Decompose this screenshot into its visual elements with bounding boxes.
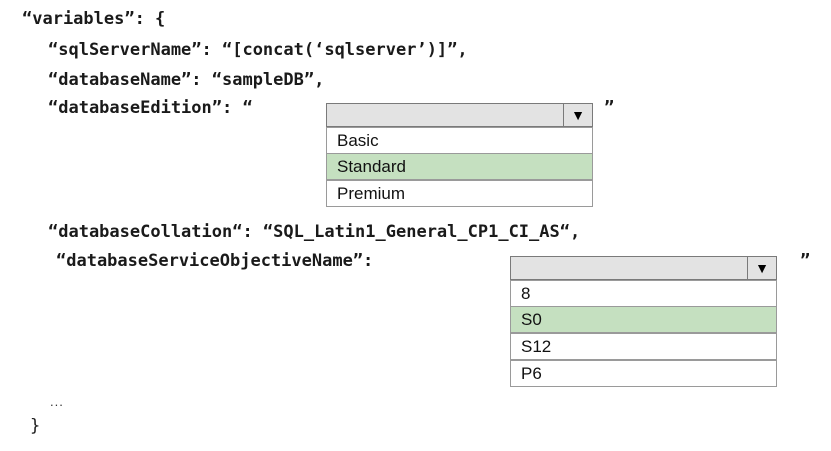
code-ellipsis: ...	[50, 394, 64, 409]
database-edition-option-standard[interactable]: Standard	[326, 153, 593, 180]
service-objective-option-8[interactable]: 8	[510, 280, 777, 307]
code-line-database-edition-close-quote: ”	[604, 98, 615, 118]
service-objective-select[interactable]: ▼	[510, 256, 777, 280]
code-line-service-objective-key: “databaseServiceObjectiveName”:	[56, 251, 374, 271]
service-objective-dropdown[interactable]: ▼ 8 S0 S12 P6	[510, 256, 777, 388]
database-edition-dropdown[interactable]: ▼ Basic Standard Premium	[326, 103, 593, 208]
service-objective-option-s0[interactable]: S0	[510, 306, 777, 333]
database-edition-select[interactable]: ▼	[326, 103, 593, 127]
code-line-variables: “variables”: {	[22, 9, 166, 29]
code-line-service-objective-close-quote: ”	[800, 251, 811, 271]
triangle-down-icon[interactable]: ▼	[747, 257, 776, 279]
code-line-sql-server-name: “sqlServerName”: “[concat(‘sqlserver’)]”…	[48, 40, 468, 60]
code-line-database-name: “databaseName”: “sampleDB”,	[48, 70, 325, 90]
code-closing-brace: }	[30, 416, 41, 436]
triangle-down-icon[interactable]: ▼	[563, 104, 592, 126]
database-edition-option-premium[interactable]: Premium	[326, 180, 593, 207]
database-edition-option-basic[interactable]: Basic	[326, 127, 593, 154]
service-objective-option-s12[interactable]: S12	[510, 333, 777, 360]
service-objective-option-p6[interactable]: P6	[510, 360, 777, 387]
code-line-database-edition-key: “databaseEdition”: “	[48, 98, 253, 118]
code-line-database-collation: “databaseCollation“: “SQL_Latin1_General…	[48, 222, 581, 242]
